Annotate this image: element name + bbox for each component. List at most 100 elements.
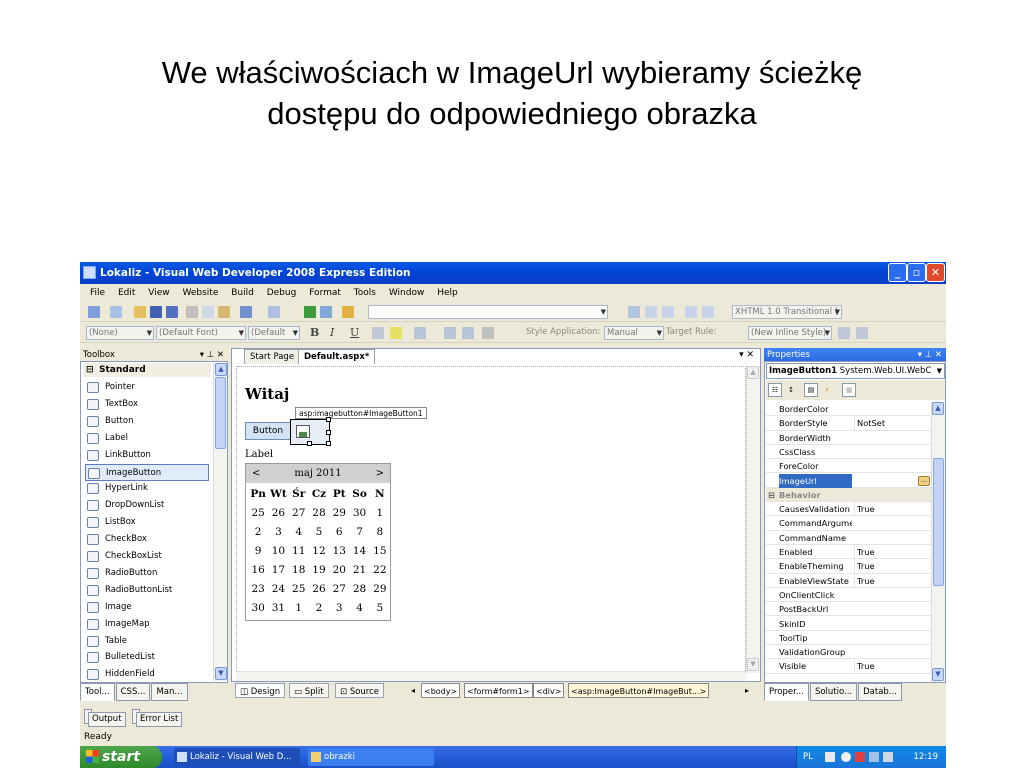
breadcrumb-div[interactable]: <div>	[533, 683, 565, 698]
scroll-down-icon[interactable]: ▼	[747, 658, 759, 671]
calendar-day[interactable]: 31	[268, 599, 288, 618]
block-format-select[interactable]: (None) ▼	[86, 326, 154, 340]
tab-default-aspx[interactable]: Default.aspx*	[298, 349, 376, 364]
collapse-icon[interactable]: ⊟	[768, 488, 775, 502]
toolbox-item-image[interactable]: Image	[85, 599, 209, 616]
numbered-list-icon[interactable]	[444, 327, 456, 339]
open-icon[interactable]	[134, 306, 146, 318]
tab-manage[interactable]: Man...	[151, 683, 188, 701]
calendar-day[interactable]: 12	[309, 542, 329, 561]
menu-window[interactable]: Window	[389, 288, 425, 298]
title-bar[interactable]: Lokaliz - Visual Web Developer 2008 Expr…	[80, 262, 946, 284]
font-color-icon[interactable]	[372, 327, 384, 339]
calendar-day[interactable]: 14	[349, 542, 369, 561]
calendar-day[interactable]: 28	[309, 504, 329, 523]
properties-icon[interactable]: ▤	[804, 383, 818, 397]
menu-file[interactable]: File	[90, 288, 105, 298]
breadcrumb-form[interactable]: <form#form1>	[464, 683, 533, 698]
events-icon[interactable]: ⚡	[820, 383, 834, 397]
alphabetical-icon[interactable]: ↕	[784, 383, 798, 397]
design-view-button[interactable]: ◫ Design	[235, 683, 286, 698]
attach-style-icon[interactable]	[856, 327, 868, 339]
calendar-day[interactable]: 19	[309, 561, 329, 580]
source-view-button[interactable]: ⊡ Source	[335, 683, 385, 698]
font-select[interactable]: (Default Font) ▼	[156, 326, 246, 340]
property-row-imageurl[interactable]: ImageUrl…	[766, 473, 932, 488]
resize-handle[interactable]	[326, 430, 331, 435]
cut-icon[interactable]	[186, 306, 198, 318]
new-style-icon[interactable]	[838, 327, 850, 339]
calendar-day[interactable]: 30	[248, 599, 268, 618]
output-tab[interactable]: ▤ Output	[84, 709, 126, 727]
calendar-day[interactable]: 26	[268, 504, 288, 523]
page-heading[interactable]: Witaj	[245, 385, 289, 403]
property-value[interactable]: True	[854, 573, 932, 588]
calendar-day[interactable]: 8	[370, 523, 390, 542]
start-debugging-icon[interactable]	[304, 306, 316, 318]
connection-icon[interactable]	[869, 752, 879, 762]
indent-icon[interactable]	[645, 306, 657, 318]
scroll-thumb[interactable]	[215, 377, 226, 449]
object-selector[interactable]: ImageButton1 System.Web.UI.WebC ▼	[766, 363, 945, 379]
property-row-cssclass[interactable]: CssClass	[766, 445, 932, 460]
calendar-day[interactable]: 27	[289, 504, 309, 523]
toolbox-item-linkbutton[interactable]: LinkButton	[85, 447, 209, 464]
calendar-day[interactable]: 20	[329, 561, 349, 580]
editor-hscroll[interactable]	[236, 671, 746, 681]
toolbox-item-radiobutton[interactable]: RadioButton	[85, 565, 209, 582]
paste-icon[interactable]	[218, 306, 230, 318]
calendar-day[interactable]: 21	[349, 561, 369, 580]
calendar-day[interactable]: 25	[289, 580, 309, 599]
toolbox-item-checkboxlist[interactable]: CheckBoxList	[85, 548, 209, 565]
property-row-commandname[interactable]: CommandName	[766, 531, 932, 545]
calendar-day[interactable]: 17	[268, 561, 288, 580]
property-row-validationgroup[interactable]: ValidationGroup	[766, 645, 932, 660]
menu-edit[interactable]: Edit	[118, 288, 135, 298]
target-rule-select[interactable]: (New Inline Style) ▼	[748, 326, 832, 340]
menu-build[interactable]: Build	[231, 288, 254, 298]
calendar-day[interactable]: 30	[349, 504, 369, 523]
menu-website[interactable]: Website	[182, 288, 218, 298]
calendar-day[interactable]: 13	[329, 542, 349, 561]
property-row-enableviewstate[interactable]: EnableViewState True	[766, 573, 932, 588]
editor-vscroll[interactable]: ▲ ▼	[746, 366, 760, 673]
property-row-forecolor[interactable]: ForeColor	[766, 459, 932, 474]
browse-ellipsis-button[interactable]: …	[918, 475, 930, 486]
calendar-day[interactable]: 22	[370, 561, 390, 580]
save-icon[interactable]	[150, 306, 162, 318]
minimize-button[interactable]: _	[888, 263, 907, 282]
insert-image-icon[interactable]	[482, 327, 494, 339]
tab-solution[interactable]: Solutio...	[809, 683, 858, 701]
find-icon[interactable]	[342, 306, 354, 318]
calendar-next-link[interactable]: >	[376, 464, 384, 483]
view-in-browser-icon[interactable]	[320, 306, 332, 318]
property-row-tooltip[interactable]: ToolTip	[766, 631, 932, 646]
property-row-enabled[interactable]: Enabled True	[766, 545, 932, 560]
property-value[interactable]: True	[854, 545, 932, 559]
resize-handle[interactable]	[307, 441, 312, 446]
doctype-select[interactable]: XHTML 1.0 Transitional (▼	[732, 305, 842, 319]
calendar-day[interactable]: 24	[268, 580, 288, 599]
toolbox-item-textbox[interactable]: TextBox	[85, 396, 209, 413]
maximize-button[interactable]: ▫	[907, 263, 926, 282]
property-row-visible[interactable]: Visible True	[766, 659, 932, 674]
calendar-day[interactable]: 1	[289, 599, 309, 618]
toolbox-item-hiddenfield[interactable]: HiddenField	[85, 666, 209, 683]
font-size-select[interactable]: (Default ▼	[248, 326, 300, 340]
calendar-day[interactable]: 1	[370, 504, 390, 523]
calendar-day[interactable]: 23	[248, 580, 268, 599]
toolbox-item-radiobuttonlist[interactable]: RadioButtonList	[85, 582, 209, 599]
menu-help[interactable]: Help	[437, 288, 458, 298]
security-icon[interactable]	[855, 752, 865, 762]
tab-css[interactable]: CSS...	[115, 683, 151, 701]
calendar-day[interactable]: 4	[289, 523, 309, 542]
bullet-list-icon[interactable]	[462, 327, 474, 339]
menu-debug[interactable]: Debug	[267, 288, 297, 298]
calendar-day[interactable]: 10	[268, 542, 288, 561]
taskbar-item-vwd[interactable]: Lokaliz - Visual Web D...	[174, 748, 300, 766]
scroll-down-icon[interactable]: ▼	[932, 668, 944, 681]
outdent-icon[interactable]	[662, 306, 674, 318]
save-all-icon[interactable]	[166, 306, 178, 318]
categorized-icon[interactable]: ☷	[768, 383, 782, 397]
toolbox-item-dropdownlist[interactable]: DropDownList	[85, 497, 209, 514]
